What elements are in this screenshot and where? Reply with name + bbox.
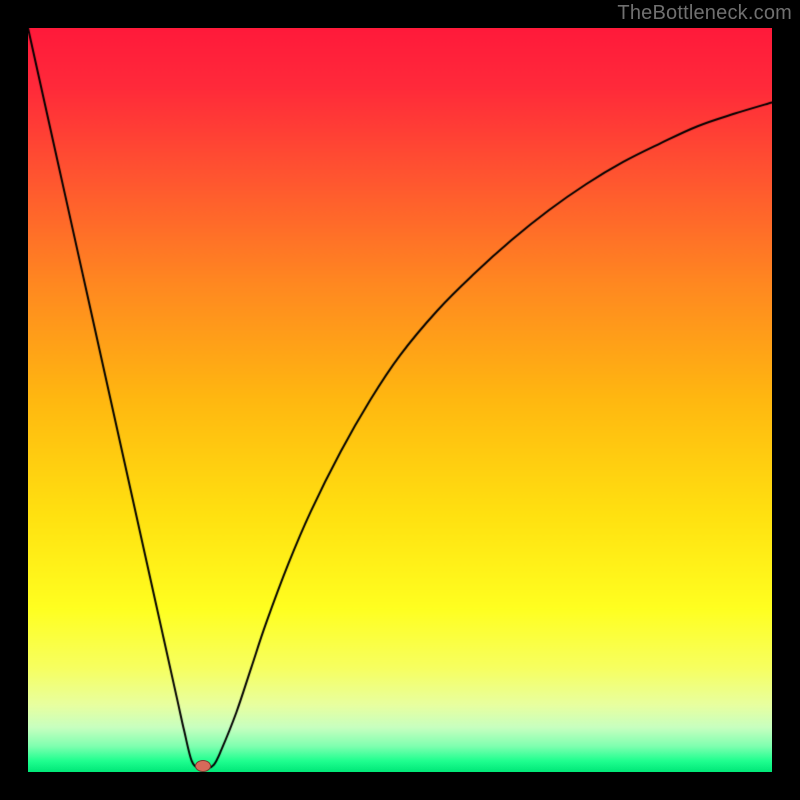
chart-curve-line: [28, 28, 772, 772]
chart-plot-area: [28, 28, 772, 772]
watermark-text: TheBottleneck.com: [617, 2, 792, 25]
chart-marker-dot: [195, 760, 211, 772]
